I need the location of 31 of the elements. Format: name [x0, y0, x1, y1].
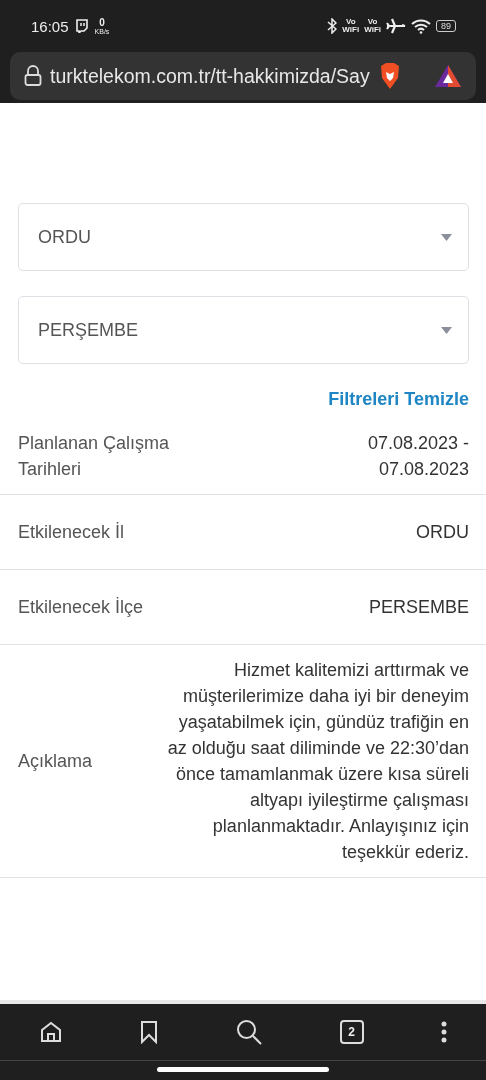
- detail-value: ORDU: [416, 521, 469, 544]
- vowifi-indicator: Vo WiFi: [342, 18, 360, 34]
- bookmark-icon[interactable]: [140, 1020, 159, 1044]
- bluetooth-icon: [327, 18, 338, 34]
- search-icon[interactable]: [236, 1019, 262, 1045]
- detail-label: Etkilenecek İl: [18, 521, 125, 544]
- caret-icon: [441, 233, 452, 241]
- detail-value: PERSEMBE: [368, 596, 469, 619]
- address-bar[interactable]: turktelekom.com.tr/tt-hakkimizda/Say: [10, 52, 476, 100]
- clear-filters-link[interactable]: Filtreleri Temizle: [328, 389, 469, 410]
- detail-label: Etkilenecek İlçe: [18, 596, 144, 619]
- detail-label: Açıklama: [18, 750, 93, 773]
- lock-icon: [24, 65, 42, 87]
- dropdown-select[interactable]: PERŞEMBE: [18, 296, 469, 364]
- url-text: turktelekom.com.tr/tt-hakkimizda/Say: [50, 64, 370, 88]
- dropdown-select[interactable]: ORDU: [18, 203, 469, 271]
- battery-indicator: 89: [436, 20, 456, 32]
- clock: 16:05: [31, 17, 69, 35]
- chat-icon: [74, 19, 89, 33]
- detail-value: 07.08.2023 - 07.08.2023: [367, 432, 469, 481]
- airplane-icon: [386, 18, 406, 34]
- tab-count-button[interactable]: 2: [339, 1020, 364, 1044]
- detail-value: Hizmet kalitemizi arttırmak ve müşterilerimize daha iyi bir deneyim yaşatabilmek için, gündüz trafiğin en az olduğu saat diliminde ve 22:30’dan önce tamamlanmak üzere kısa süreli altyapı iyileştirme çalışması planlanmaktadır. Anlayışınız için teşekkür ederiz.: [166, 659, 469, 864]
- triangle-icon[interactable]: [434, 64, 462, 88]
- caret-icon: [441, 326, 452, 334]
- home-icon[interactable]: [38, 1020, 63, 1044]
- more-icon[interactable]: [441, 1021, 448, 1043]
- gesture-handle[interactable]: [157, 1067, 329, 1072]
- wifi-icon: [411, 18, 431, 34]
- vowifi-indicator: Vo WiFi: [364, 18, 381, 34]
- detail-label: Planlanan Çalışma Tarihleri: [18, 432, 171, 481]
